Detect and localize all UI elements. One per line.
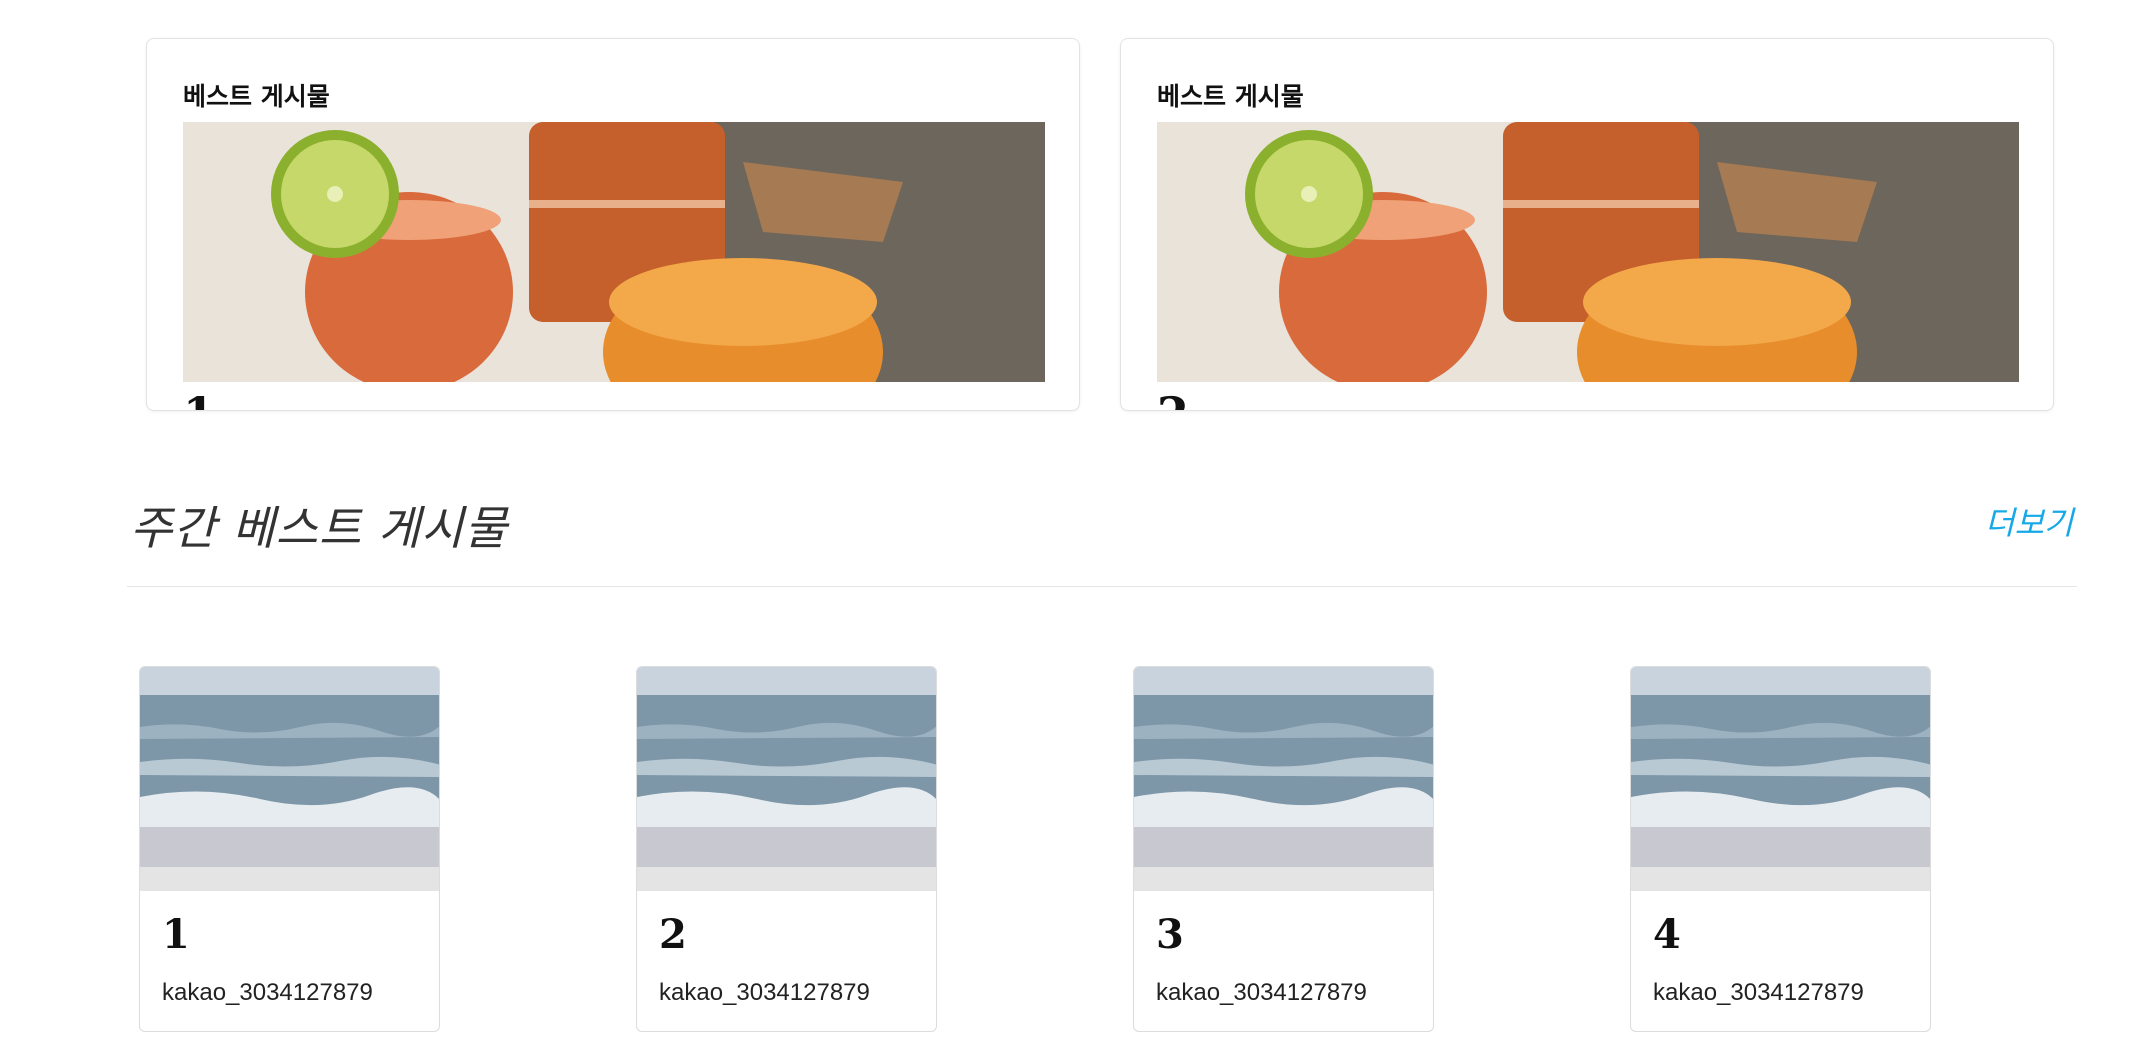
more-link[interactable]: 더보기 [1985, 498, 2073, 544]
weekly-post-author: kakao_3034127879 [162, 979, 373, 1006]
weekly-post-card[interactable]: 2 kakao_3034127879 [636, 666, 937, 1032]
best-post-label: 베스트 게시물 [1157, 82, 1304, 111]
cocktail-photo[interactable] [183, 122, 1045, 382]
ocean-photo[interactable] [1134, 667, 1433, 891]
best-post-label: 베스트 게시물 [183, 82, 330, 111]
weekly-post-card[interactable]: 4 kakao_3034127879 [1630, 666, 1931, 1032]
weekly-post-number: 1 [162, 911, 190, 958]
ocean-photo[interactable] [140, 667, 439, 891]
weekly-post-author: kakao_3034127879 [1653, 979, 1864, 1006]
weekly-post-number: 2 [659, 911, 687, 958]
ocean-photo[interactable] [637, 667, 936, 891]
weekly-post-author: kakao_3034127879 [659, 979, 870, 1006]
best-post-card[interactable]: 베스트 게시물 2 [1120, 38, 2054, 411]
best-post-card[interactable]: 베스트 게시물 1 [146, 38, 1080, 411]
weekly-post-card[interactable]: 3 kakao_3034127879 [1133, 666, 1434, 1032]
cocktail-photo[interactable] [1157, 122, 2019, 382]
best-post-number: 1 [183, 391, 215, 410]
best-post-number: 2 [1157, 391, 1189, 410]
weekly-post-number: 4 [1653, 911, 1681, 958]
ocean-photo[interactable] [1631, 667, 1930, 891]
weekly-best-title: 주간 베스트 게시물 [130, 501, 508, 555]
section-divider [127, 586, 2077, 587]
weekly-post-card[interactable]: 1 kakao_3034127879 [139, 666, 440, 1032]
weekly-post-author: kakao_3034127879 [1156, 979, 1367, 1006]
weekly-post-number: 3 [1156, 911, 1184, 958]
